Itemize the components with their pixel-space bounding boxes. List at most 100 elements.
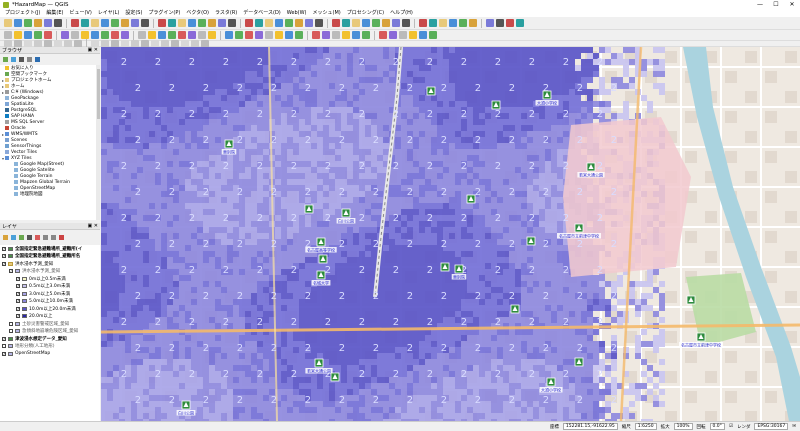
menu-item[interactable]: ラスタ(R) — [212, 9, 240, 17]
browser-item[interactable]: 地理院地図 — [0, 191, 96, 197]
layer-row[interactable]: 地形分類(人工地形) — [0, 343, 100, 351]
eye-icon[interactable] — [19, 234, 24, 240]
shelter-marker[interactable] — [686, 295, 696, 305]
tool-icon[interactable] — [14, 31, 22, 39]
tool-icon[interactable] — [342, 31, 350, 39]
tool-icon[interactable] — [14, 19, 22, 27]
tool-icon[interactable] — [4, 31, 12, 39]
tool-icon[interactable] — [81, 19, 89, 27]
tool-icon[interactable] — [332, 19, 340, 27]
tool-icon[interactable] — [138, 31, 146, 39]
tool-icon[interactable] — [496, 19, 504, 27]
tool-icon[interactable] — [429, 19, 437, 27]
tool-icon[interactable] — [285, 19, 293, 27]
layer-visibility-checkbox[interactable] — [9, 329, 13, 334]
legend-class-row[interactable]: ✓ 20.0m以上 — [0, 313, 100, 321]
shelter-marker[interactable] — [466, 194, 476, 204]
tool-icon[interactable] — [382, 19, 390, 27]
maximize-button[interactable]: ☐ — [768, 0, 784, 9]
layer-visibility-checkbox[interactable]: ✓ — [2, 261, 6, 266]
tool-icon[interactable] — [312, 31, 320, 39]
legend-class-row[interactable]: ✓ 3.0m以上5.0m未満 — [0, 290, 100, 298]
tool-icon[interactable] — [265, 19, 273, 27]
layer-row[interactable]: ✓ 全国指定緊急避難場所_避難所(イ — [0, 245, 100, 253]
tool-icon[interactable] — [168, 19, 176, 27]
layer-row[interactable]: ✓ 洪水浸水予測_愛知 — [0, 268, 100, 276]
tool-icon[interactable] — [362, 31, 370, 39]
tool-icon[interactable] — [285, 31, 293, 39]
layer-row[interactable]: 急傾斜地崩壊危険区域_愛知 — [0, 328, 100, 336]
tool-icon[interactable] — [218, 19, 226, 27]
tool-icon[interactable] — [44, 31, 52, 39]
tool-icon[interactable] — [188, 31, 196, 39]
shelter-marker[interactable] — [304, 204, 314, 214]
layer-row[interactable]: ✓ 全国指定緊急避難場所_避難所名 — [0, 253, 100, 261]
layer-visibility-checkbox[interactable]: ✓ — [16, 306, 20, 311]
layer-style-icon[interactable] — [3, 234, 8, 240]
layer-visibility-checkbox[interactable] — [2, 344, 6, 349]
layer-visibility-checkbox[interactable]: ✓ — [2, 336, 6, 341]
layer-row[interactable]: ✓ 津波浸水想定データ_愛知 — [0, 335, 100, 343]
tool-icon[interactable] — [71, 31, 79, 39]
tool-icon[interactable] — [44, 19, 52, 27]
render-checkbox[interactable]: ☑ — [729, 424, 733, 429]
tool-icon[interactable] — [255, 31, 263, 39]
filter-legend-icon[interactable] — [35, 234, 40, 240]
shelter-marker[interactable] — [440, 262, 450, 272]
menu-item[interactable]: ビュー(V) — [66, 9, 94, 17]
tool-icon[interactable] — [54, 19, 62, 27]
layer-visibility-checkbox[interactable]: ✓ — [2, 254, 6, 259]
shelter-marker[interactable] — [574, 357, 584, 367]
tool-icon[interactable] — [111, 19, 119, 27]
shelter-marker[interactable] — [318, 254, 328, 264]
crs-button[interactable]: EPSG:30167 — [754, 423, 789, 430]
panel-close-icon[interactable]: ▣ ✕ — [87, 47, 100, 53]
layer-row[interactable]: ✓ 洪水浸水予測_愛知 — [0, 260, 100, 268]
tool-icon[interactable] — [225, 31, 233, 39]
collapse-icon[interactable] — [27, 56, 32, 62]
layer-visibility-checkbox[interactable]: ✓ — [16, 276, 20, 281]
layer-row[interactable]: ✓ OpenStreetMap — [0, 350, 100, 358]
menu-item[interactable]: プロセシング(C) — [344, 9, 387, 17]
menu-item[interactable]: プラグイン(P) — [145, 9, 183, 17]
filter-icon[interactable] — [27, 234, 32, 240]
add-group-icon[interactable] — [11, 234, 16, 240]
close-button[interactable]: ✕ — [784, 0, 800, 9]
expand-all-icon[interactable] — [43, 234, 48, 240]
tool-icon[interactable] — [34, 19, 42, 27]
tool-icon[interactable] — [315, 19, 323, 27]
tool-icon[interactable] — [81, 31, 89, 39]
tool-icon[interactable] — [198, 19, 206, 27]
tool-icon[interactable] — [198, 31, 206, 39]
add-icon[interactable] — [3, 56, 8, 62]
menu-item[interactable]: メッシュ(M) — [310, 9, 344, 17]
tool-icon[interactable] — [24, 31, 32, 39]
tool-icon[interactable] — [245, 19, 253, 27]
layer-visibility-checkbox[interactable]: ✓ — [2, 246, 6, 251]
menu-item[interactable]: レイヤ(L) — [95, 9, 123, 17]
tool-icon[interactable] — [295, 31, 303, 39]
tool-icon[interactable] — [208, 19, 216, 27]
collapse-all-icon[interactable] — [51, 234, 56, 240]
tool-icon[interactable] — [71, 19, 79, 27]
tool-icon[interactable] — [265, 31, 273, 39]
tool-icon[interactable] — [275, 31, 283, 39]
tool-icon[interactable] — [392, 19, 400, 27]
coordinate-field[interactable]: 152281.15,-91622.95 — [562, 423, 618, 430]
rotation-field[interactable]: 0.0° — [709, 423, 725, 430]
browser-scrollbar[interactable] — [96, 65, 100, 220]
menu-item[interactable]: ベクタ(O) — [183, 9, 212, 17]
layer-visibility-checkbox[interactable]: ✓ — [16, 314, 20, 319]
tool-icon[interactable] — [141, 19, 149, 27]
tool-icon[interactable] — [255, 19, 263, 27]
refresh-icon[interactable] — [11, 56, 16, 62]
tool-icon[interactable] — [178, 19, 186, 27]
tool-icon[interactable] — [419, 19, 427, 27]
tool-icon[interactable] — [158, 31, 166, 39]
shelter-marker[interactable] — [491, 100, 501, 110]
tool-icon[interactable] — [402, 19, 410, 27]
legend-class-row[interactable]: ✓ 0m以上0.5m未満 — [0, 275, 100, 283]
menu-item[interactable]: Web(W) — [284, 9, 310, 17]
panel-close-icon[interactable]: ▣ ✕ — [87, 223, 100, 229]
tool-icon[interactable] — [362, 19, 370, 27]
